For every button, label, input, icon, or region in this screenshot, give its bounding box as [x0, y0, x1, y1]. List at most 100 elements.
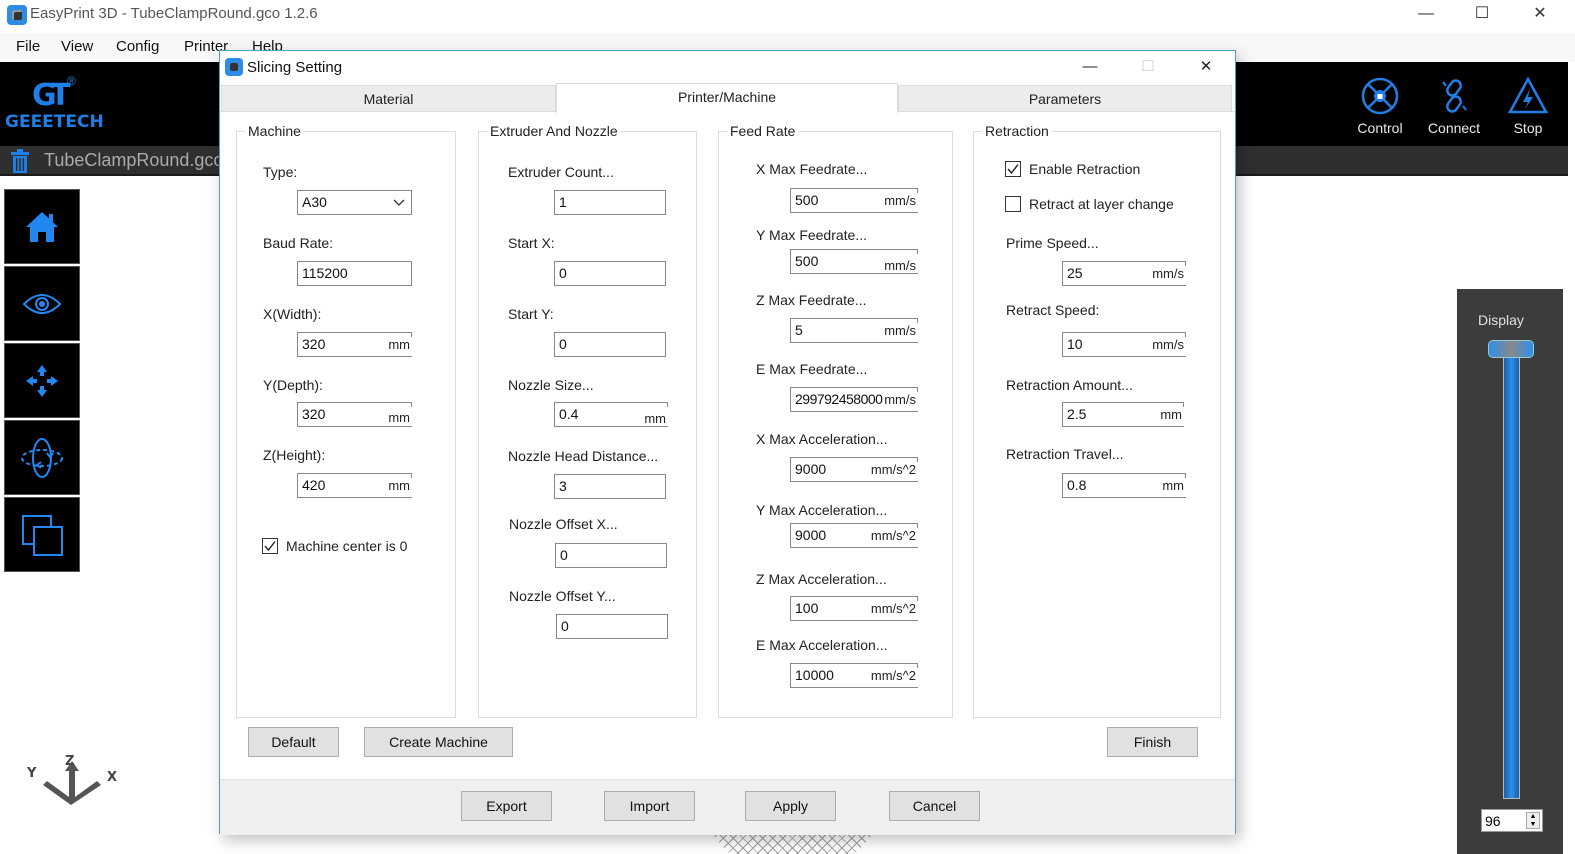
spinner-arrows-icon[interactable]: ▲ ▼	[1526, 812, 1540, 829]
prime-speed-input[interactable]: 25 mm/s	[1062, 261, 1186, 286]
x-width-value: 320	[302, 336, 326, 352]
y-max-feedrate-value: 500	[795, 253, 819, 269]
rotate-button[interactable]	[4, 420, 80, 495]
z-height-label: Z(Height):	[263, 447, 326, 463]
dialog-title-bar: Slicing Setting — ☐ ✕	[220, 51, 1235, 83]
connect-button[interactable]: Connect	[1419, 76, 1489, 146]
start-x-value: 0	[559, 265, 567, 281]
nozzle-offset-y-value: 0	[561, 618, 569, 634]
feed-rate-group: Feed Rate X Max Feedrate... 500 mm/s Y Ma…	[718, 123, 953, 718]
create-machine-button[interactable]: Create Machine	[364, 727, 513, 757]
tab-printer-machine[interactable]: Printer/Machine	[556, 83, 898, 113]
x-width-unit: mm	[388, 337, 410, 352]
machine-center-checkbox[interactable]	[262, 538, 278, 554]
brand-registered: ®	[67, 74, 76, 88]
dialog-footer: Export Import Apply Cancel	[220, 779, 1235, 835]
menu-file[interactable]: File	[16, 38, 40, 55]
stop-button[interactable]: Stop	[1493, 76, 1563, 146]
x-width-input[interactable]: 320 mm	[297, 332, 412, 357]
nozzle-offset-x-input[interactable]: 0	[555, 543, 667, 568]
close-button[interactable]: ✕	[1517, 0, 1563, 30]
e-max-acceleration-label: E Max Acceleration...	[756, 637, 888, 653]
retract-layer-change-label: Retract at layer change	[1029, 196, 1174, 212]
enable-retraction-label: Enable Retraction	[1029, 161, 1141, 177]
svg-text:Z: Z	[65, 755, 74, 769]
start-y-input[interactable]: 0	[554, 332, 666, 357]
layers-button[interactable]	[4, 497, 80, 572]
app-logo-icon	[7, 5, 27, 25]
nozzle-size-unit: mm	[644, 411, 666, 426]
e-max-feedrate-input[interactable]: 299792458000 mm/s	[790, 387, 918, 412]
enable-retraction-checkbox[interactable]	[1005, 161, 1021, 177]
display-value-spinner[interactable]: 96 ▲ ▼	[1481, 809, 1543, 832]
retraction-group: Retraction Enable Retraction Retract at …	[973, 123, 1221, 718]
extruder-nozzle-group: Extruder And Nozzle Extruder Count... 1 …	[478, 123, 697, 718]
machine-type-select[interactable]: A30	[297, 190, 412, 215]
home-view-button[interactable]	[4, 189, 80, 264]
tab-material[interactable]: Material	[221, 85, 556, 112]
x-max-acceleration-input[interactable]: 9000 mm/s^2	[790, 457, 918, 482]
z-max-feedrate-label: Z Max Feedrate...	[756, 292, 867, 308]
extruder-count-input[interactable]: 1	[554, 190, 666, 215]
e-max-feedrate-label: E Max Feedrate...	[756, 361, 868, 377]
default-button[interactable]: Default	[248, 727, 339, 757]
apply-button[interactable]: Apply	[745, 791, 836, 821]
rotate-icon	[21, 437, 63, 478]
trash-icon[interactable]	[10, 149, 30, 173]
nozzle-size-value: 0.4	[559, 406, 579, 422]
display-slider-track[interactable]	[1503, 351, 1520, 799]
export-button[interactable]: Export	[461, 791, 552, 821]
stop-label: Stop	[1513, 120, 1543, 136]
z-max-feedrate-input[interactable]: 5 mm/s	[790, 318, 918, 343]
move-button[interactable]	[4, 343, 80, 418]
finish-button[interactable]: Finish	[1107, 727, 1198, 757]
z-height-input[interactable]: 420 mm	[297, 473, 412, 498]
feed-rate-group-title: Feed Rate	[727, 123, 799, 139]
x-max-feedrate-label: X Max Feedrate...	[756, 161, 868, 177]
display-slider-thumb[interactable]	[1488, 340, 1534, 358]
retract-layer-change-checkbox[interactable]	[1005, 196, 1021, 212]
menu-config[interactable]: Config	[116, 38, 159, 55]
baud-rate-input[interactable]: 115200	[297, 261, 412, 286]
eye-icon	[22, 293, 62, 314]
retraction-travel-input[interactable]: 0.8 mm	[1062, 473, 1186, 498]
z-max-acceleration-input[interactable]: 100 mm/s^2	[790, 596, 918, 621]
cancel-button[interactable]: Cancel	[889, 791, 980, 821]
display-value[interactable]: 96	[1485, 813, 1501, 829]
brand-mark: GT	[32, 78, 70, 113]
maximize-button[interactable]: ☐	[1459, 0, 1505, 30]
import-button[interactable]: Import	[604, 791, 695, 821]
e-max-acceleration-input[interactable]: 10000 mm/s^2	[790, 663, 918, 688]
start-y-value: 0	[559, 336, 567, 352]
file-name: TubeClampRound.gco	[44, 150, 224, 170]
control-button[interactable]: Control	[1345, 76, 1415, 146]
preview-button[interactable]	[4, 266, 80, 341]
e-max-acceleration-unit: mm/s^2	[870, 668, 916, 683]
prime-speed-unit: mm/s	[1152, 266, 1184, 281]
layers-icon	[22, 514, 63, 556]
nozzle-head-distance-input[interactable]: 3	[554, 474, 666, 499]
nozzle-size-input[interactable]: 0.4 mm	[554, 402, 668, 427]
retraction-amount-input[interactable]: 2.5 mm	[1062, 402, 1184, 427]
z-max-acceleration-unit: mm/s^2	[870, 601, 916, 616]
y-depth-input[interactable]: 320 mm	[297, 402, 412, 427]
start-x-input[interactable]: 0	[554, 261, 666, 286]
stop-warning-icon	[1508, 76, 1548, 114]
x-max-feedrate-input[interactable]: 500 mm/s	[790, 188, 918, 213]
tab-parameters[interactable]: Parameters	[898, 85, 1232, 112]
nozzle-offset-y-input[interactable]: 0	[556, 614, 668, 639]
dialog-minimize-button[interactable]: —	[1070, 55, 1110, 79]
y-max-feedrate-input[interactable]: 500 mm/s	[790, 249, 918, 274]
x-max-acceleration-unit: mm/s^2	[870, 462, 916, 477]
retract-speed-input[interactable]: 10 mm/s	[1062, 332, 1186, 357]
menu-view[interactable]: View	[61, 38, 93, 55]
display-label: Display	[1478, 312, 1524, 328]
y-max-acceleration-input[interactable]: 9000 mm/s^2	[790, 523, 918, 548]
dialog-close-button[interactable]: ✕	[1186, 55, 1226, 79]
minimize-button[interactable]: —	[1403, 0, 1449, 30]
retract-speed-label: Retract Speed:	[1006, 302, 1100, 318]
home-icon	[26, 211, 58, 242]
dialog-maximize-button[interactable]: ☐	[1128, 55, 1168, 79]
y-depth-label: Y(Depth):	[263, 377, 323, 393]
machine-center-label: Machine center is 0	[286, 538, 408, 554]
